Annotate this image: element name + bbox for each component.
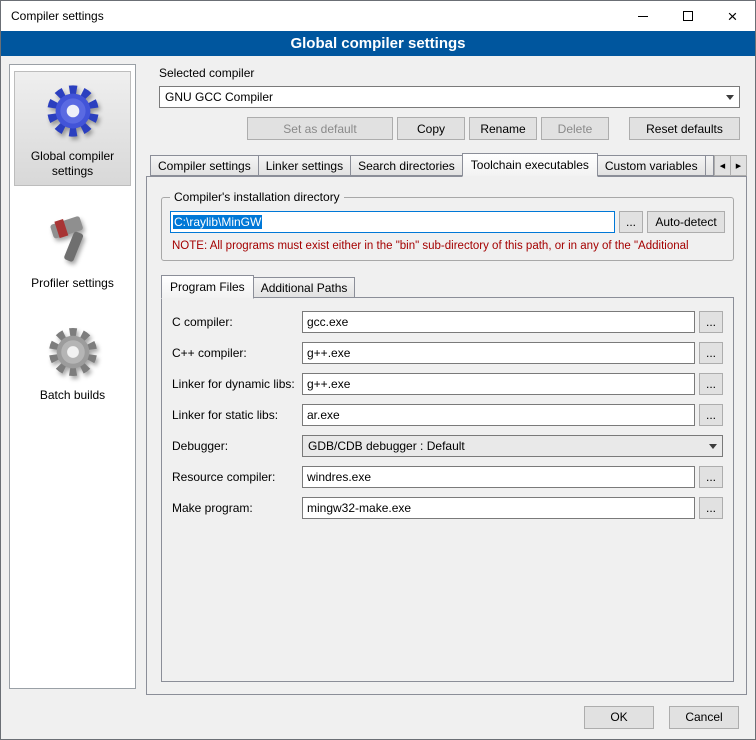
linker-dynamic-input[interactable] xyxy=(302,373,695,395)
c-compiler-input[interactable] xyxy=(302,311,695,333)
sidebar-item-global-compiler-settings[interactable]: Global compiler settings xyxy=(14,71,131,186)
toolchain-executables-page: Compiler's installation directory C:\ray… xyxy=(146,176,747,695)
installation-directory-row: C:\raylib\MinGW ... Auto-detect xyxy=(170,211,725,233)
tab-additional-paths[interactable]: Additional Paths xyxy=(253,277,356,298)
sidebar-item-profiler-settings[interactable]: Profiler settings xyxy=(14,202,131,298)
make-program-row: Make program: ... xyxy=(172,497,723,519)
linker-static-label: Linker for static libs: xyxy=(172,408,302,422)
dialog-footer: OK Cancel xyxy=(1,695,755,739)
tab-scroll-arrows: ◀ ▶ xyxy=(714,155,747,176)
cpp-compiler-row: C++ compiler: ... xyxy=(172,342,723,364)
maximize-icon xyxy=(683,11,693,21)
debugger-row: Debugger: GDB/CDB debugger : Default xyxy=(172,435,723,457)
minimize-button[interactable] xyxy=(620,1,665,31)
window-title: Compiler settings xyxy=(1,9,620,23)
auto-detect-button[interactable]: Auto-detect xyxy=(647,211,725,233)
linker-static-row: Linker for static libs: ... xyxy=(172,404,723,426)
reset-defaults-button[interactable]: Reset defaults xyxy=(629,117,740,140)
resource-compiler-browse-button[interactable]: ... xyxy=(699,466,723,488)
program-files-tabstrip: Program Files Additional Paths xyxy=(161,275,734,298)
bin-subdirectory-note: NOTE: All programs must exist either in … xyxy=(172,240,725,252)
compiler-actions: Set as default Copy Rename Delete Reset … xyxy=(159,117,740,140)
debugger-label: Debugger: xyxy=(172,439,302,453)
set-as-default-button: Set as default xyxy=(247,117,393,140)
debugger-value: GDB/CDB debugger : Default xyxy=(308,439,705,453)
c-compiler-row: C compiler: ... xyxy=(172,311,723,333)
install-dir-selected-text: C:\raylib\MinGW xyxy=(173,215,262,229)
maximize-button[interactable] xyxy=(665,1,710,31)
tab-custom-variables[interactable]: Custom variables xyxy=(597,155,706,176)
resource-compiler-row: Resource compiler: ... xyxy=(172,466,723,488)
tab-scroll-left-button[interactable]: ◀ xyxy=(714,155,731,176)
linker-dynamic-row: Linker for dynamic libs: ... xyxy=(172,373,723,395)
resource-compiler-input[interactable] xyxy=(302,466,695,488)
titlebar: Compiler settings × xyxy=(1,1,755,31)
gear-gray-icon xyxy=(44,323,102,381)
linker-dynamic-browse-button[interactable]: ... xyxy=(699,373,723,395)
program-files-panel: C compiler: ... C++ compiler: ... Linker… xyxy=(161,297,734,682)
main-panel: Selected compiler GNU GCC Compiler Set a… xyxy=(146,64,747,695)
close-button[interactable]: × xyxy=(710,1,755,31)
debugger-dropdown[interactable]: GDB/CDB debugger : Default xyxy=(302,435,723,457)
make-program-input[interactable] xyxy=(302,497,695,519)
chevron-down-icon xyxy=(726,95,734,100)
make-program-browse-button[interactable]: ... xyxy=(699,497,723,519)
cpp-compiler-browse-button[interactable]: ... xyxy=(699,342,723,364)
minimize-icon xyxy=(638,16,648,17)
tab-toolchain-executables[interactable]: Toolchain executables xyxy=(462,153,598,177)
sidebar-item-batch-builds[interactable]: Batch builds xyxy=(14,314,131,410)
tab-linker-settings[interactable]: Linker settings xyxy=(258,155,351,176)
linker-static-input[interactable] xyxy=(302,404,695,426)
installation-directory-group-title: Compiler's installation directory xyxy=(170,190,344,204)
profiler-hammer-icon xyxy=(44,211,102,269)
cpp-compiler-label: C++ compiler: xyxy=(172,346,302,360)
page-title: Global compiler settings xyxy=(1,31,755,56)
c-compiler-browse-button[interactable]: ... xyxy=(699,311,723,333)
dialog-body: Global compiler settings Profiler settin… xyxy=(1,56,755,695)
chevron-down-icon xyxy=(709,444,717,449)
cancel-button[interactable]: Cancel xyxy=(669,706,739,729)
copy-button[interactable]: Copy xyxy=(397,117,465,140)
install-dir-input[interactable]: C:\raylib\MinGW xyxy=(170,211,615,233)
linker-dynamic-label: Linker for dynamic libs: xyxy=(172,377,302,391)
close-icon: × xyxy=(728,8,738,25)
settings-tabstrip: Compiler settings Linker settings Search… xyxy=(150,153,747,176)
make-program-label: Make program: xyxy=(172,501,302,515)
c-compiler-label: C compiler: xyxy=(172,315,302,329)
installation-directory-group: Compiler's installation directory C:\ray… xyxy=(161,197,734,261)
resource-compiler-label: Resource compiler: xyxy=(172,470,302,484)
install-dir-browse-button[interactable]: ... xyxy=(619,211,643,233)
delete-button: Delete xyxy=(541,117,609,140)
settings-sidebar: Global compiler settings Profiler settin… xyxy=(9,64,136,689)
selected-compiler-label: Selected compiler xyxy=(159,66,740,80)
selected-compiler-dropdown[interactable]: GNU GCC Compiler xyxy=(159,86,740,108)
linker-static-browse-button[interactable]: ... xyxy=(699,404,723,426)
sidebar-item-label: Profiler settings xyxy=(31,276,114,291)
ok-button[interactable]: OK xyxy=(584,706,654,729)
selected-compiler-value: GNU GCC Compiler xyxy=(165,90,722,104)
tab-build-options[interactable]: Build xyxy=(705,155,714,176)
sidebar-item-label: Batch builds xyxy=(40,388,105,403)
tab-compiler-settings[interactable]: Compiler settings xyxy=(150,155,259,176)
tab-program-files[interactable]: Program Files xyxy=(161,275,254,299)
rename-button[interactable]: Rename xyxy=(469,117,537,140)
cpp-compiler-input[interactable] xyxy=(302,342,695,364)
gear-blue-icon xyxy=(42,80,104,142)
tab-search-directories[interactable]: Search directories xyxy=(350,155,463,176)
sidebar-item-label: Global compiler settings xyxy=(17,149,128,179)
compiler-settings-window: Compiler settings × Global compiler sett… xyxy=(0,0,756,740)
tab-scroll-right-button[interactable]: ▶ xyxy=(730,155,747,176)
